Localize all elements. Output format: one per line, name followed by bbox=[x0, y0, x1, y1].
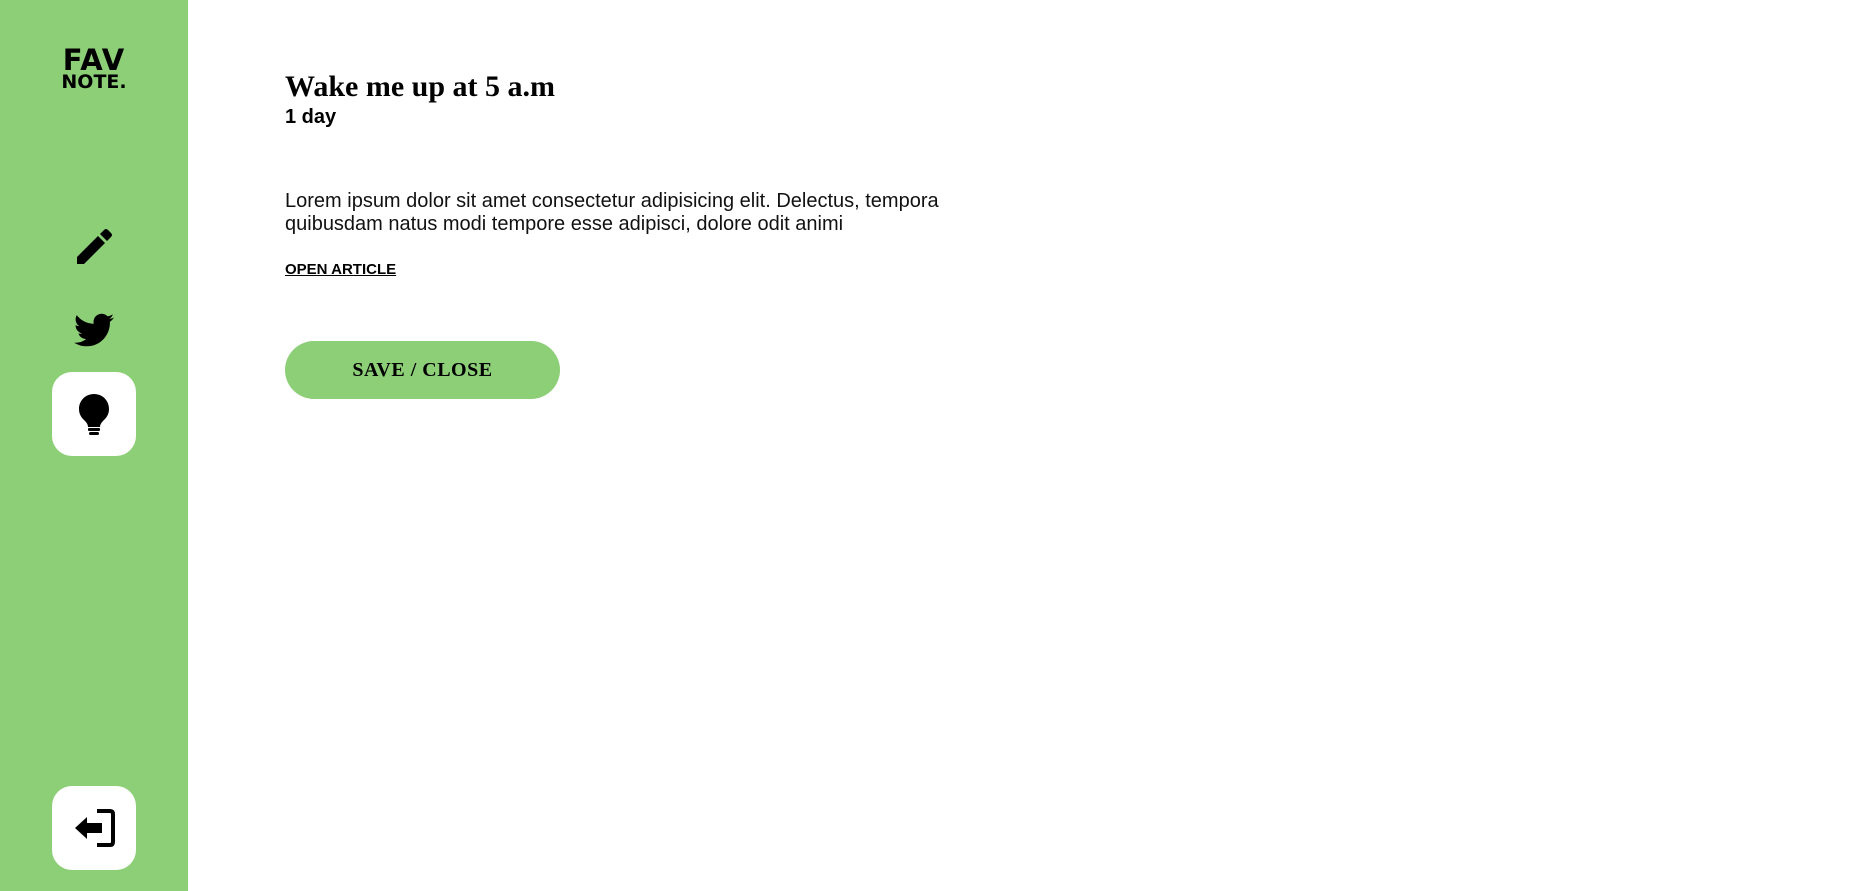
pencil-icon bbox=[77, 229, 112, 264]
logout-icon bbox=[75, 809, 115, 847]
logo-line-1: FAV bbox=[62, 43, 126, 77]
nav-notes-button[interactable] bbox=[52, 204, 136, 288]
logout-button[interactable] bbox=[52, 786, 136, 870]
note-date: 1 day bbox=[285, 106, 337, 128]
nav-articles-button[interactable] bbox=[52, 372, 136, 456]
note-content: Lorem ipsum dolor sit amet consectetur a… bbox=[285, 190, 939, 235]
twitter-bird-icon bbox=[74, 313, 114, 347]
save-close-button[interactable]: SAVE / CLOSE bbox=[285, 341, 560, 399]
note-title: Wake me up at 5 a.m bbox=[285, 70, 555, 103]
logo[interactable]: FAV NOTE. bbox=[0, 43, 188, 94]
nav-twitters-button[interactable] bbox=[52, 288, 136, 372]
open-article-link[interactable]: OPEN ARTICLE bbox=[285, 261, 396, 278]
lightbulb-icon bbox=[79, 394, 109, 435]
sidebar: FAV NOTE. bbox=[0, 0, 188, 891]
logo-line-2: NOTE. bbox=[61, 71, 127, 94]
